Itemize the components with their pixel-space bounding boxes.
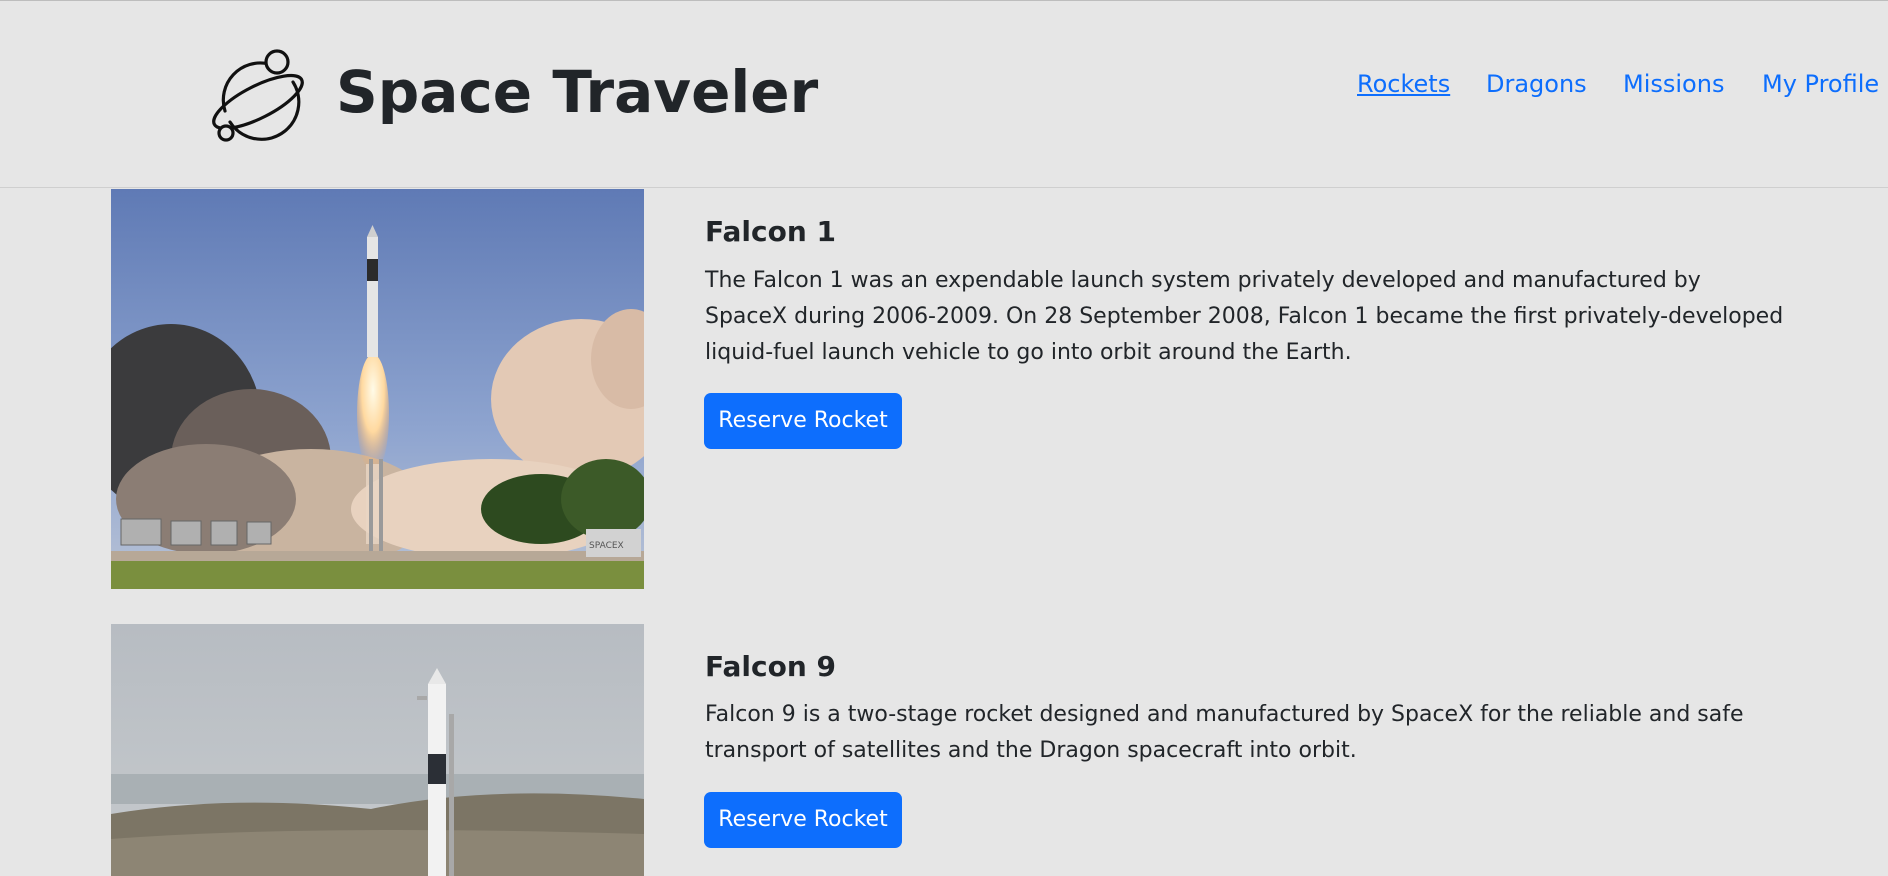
nav-link-dragons[interactable]: Dragons bbox=[1486, 69, 1587, 99]
rocket-name: Falcon 1 bbox=[705, 215, 836, 248]
reserve-rocket-button[interactable]: Reserve Rocket bbox=[704, 792, 902, 848]
main-nav: Rockets Dragons Missions My Profile bbox=[0, 69, 1888, 99]
nav-link-rockets[interactable]: Rockets bbox=[1357, 69, 1450, 99]
falcon-9-image bbox=[111, 624, 644, 876]
site-header: Space Traveler Rockets Dragons Missions … bbox=[0, 1, 1888, 188]
rocket-description: The Falcon 1 was an expendable launch sy… bbox=[705, 268, 1784, 365]
nav-link-missions[interactable]: Missions bbox=[1623, 69, 1724, 99]
rocket-name: Falcon 9 bbox=[705, 650, 836, 683]
falcon-1-image: SPACEX bbox=[111, 189, 644, 589]
reserve-rocket-button[interactable]: Reserve Rocket bbox=[704, 393, 902, 449]
rocket-description: Falcon 9 is a two-stage rocket designed … bbox=[705, 702, 1744, 763]
falcon-1-image-label: SPACEX bbox=[589, 541, 624, 551]
nav-link-my-profile[interactable]: My Profile bbox=[1762, 69, 1879, 99]
